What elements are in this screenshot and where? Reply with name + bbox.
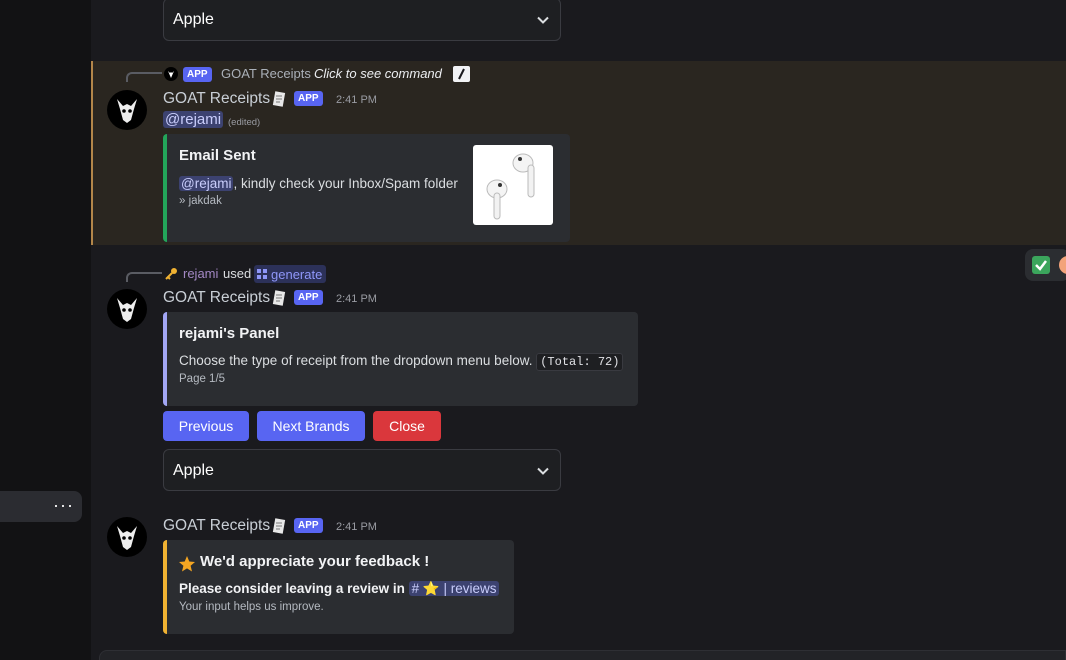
- slash-command-chip[interactable]: generate: [254, 265, 327, 283]
- receipt-icon: [272, 91, 286, 107]
- receipt-select-top[interactable]: Apple: [163, 0, 561, 41]
- server-sidebar: [0, 0, 91, 660]
- embed-title: We'd appreciate your feedback !: [200, 553, 430, 570]
- next-brands-button[interactable]: Next Brands: [257, 411, 365, 441]
- receipt-select[interactable]: Apple: [163, 449, 561, 491]
- embed-title: rejami's Panel: [179, 325, 280, 342]
- reply-connector: [126, 72, 162, 82]
- message-timestamp: 2:41 PM: [336, 293, 377, 305]
- airpods-thumbnail[interactable]: [473, 145, 553, 225]
- chevron-down-icon: [537, 467, 549, 475]
- embed-title: Email Sent: [179, 147, 256, 164]
- app-badge: APP: [294, 91, 323, 106]
- receipt-icon: [272, 518, 286, 534]
- total-code: (Total: 72): [536, 353, 624, 371]
- reply-connector: [126, 272, 162, 282]
- message-timestamp: 2:41 PM: [336, 521, 377, 533]
- app-badge: APP: [294, 290, 323, 305]
- reaction-pill[interactable]: [1025, 249, 1066, 281]
- message-composer[interactable]: [99, 650, 1066, 660]
- check-icon: [1032, 256, 1050, 274]
- edited-label: (edited): [228, 117, 261, 128]
- embed-footer: » jakdak: [179, 195, 222, 207]
- embed-footer: Your input helps us improve.: [179, 601, 324, 613]
- select-value: Apple: [173, 462, 214, 479]
- star-icon: [179, 556, 195, 572]
- reply-command-hint[interactable]: Click to see command: [314, 66, 442, 81]
- select-value: Apple: [173, 11, 214, 28]
- key-icon: [165, 268, 177, 280]
- embed-description: Please consider leaving a review in # ⭐ …: [179, 581, 500, 597]
- message-author[interactable]: GOAT Receipts: [163, 517, 270, 535]
- receipt-icon: [272, 290, 286, 306]
- embed-color-bar: [163, 312, 167, 406]
- message-author[interactable]: GOAT Receipts: [163, 289, 270, 307]
- previous-button[interactable]: Previous: [163, 411, 249, 441]
- user-mention[interactable]: @rejami: [163, 111, 224, 128]
- close-button[interactable]: Close: [373, 411, 441, 441]
- app-badge: APP: [294, 518, 323, 533]
- sidebar-selected-item[interactable]: ···: [0, 491, 82, 522]
- reviews-channel-link[interactable]: # ⭐ | reviews: [408, 581, 500, 596]
- reply-bot-name[interactable]: GOAT Receipts: [221, 66, 311, 81]
- embed-color-bar: [163, 134, 167, 242]
- user-mention[interactable]: @rejami: [179, 176, 234, 191]
- embed-color-bar: [163, 540, 167, 634]
- message-author[interactable]: GOAT Receipts: [163, 90, 270, 108]
- more-options-icon[interactable]: ···: [53, 496, 74, 514]
- emoji-icon: [1059, 256, 1066, 274]
- bot-avatar[interactable]: [107, 289, 147, 329]
- embed-description: Choose the type of receipt from the drop…: [179, 353, 624, 371]
- command-icon: [257, 269, 267, 279]
- command-name: generate: [271, 266, 323, 282]
- bot-avatar[interactable]: [107, 517, 147, 557]
- chevron-down-icon: [537, 16, 549, 24]
- bot-mini-avatar: [164, 67, 178, 81]
- embed-description: @rejami, kindly check your Inbox/Spam fo…: [179, 176, 458, 191]
- bot-avatar[interactable]: [107, 90, 147, 130]
- app-badge: APP: [183, 67, 212, 82]
- embed-footer: Page 1/5: [179, 373, 226, 385]
- message-timestamp: 2:41 PM: [336, 94, 377, 106]
- feedback-embed: We'd appreciate your feedback ! Please c…: [163, 540, 514, 634]
- used-label: used: [223, 266, 252, 281]
- command-user[interactable]: rejami: [183, 266, 218, 281]
- email-sent-embed: Email Sent @rejami, kindly check your In…: [163, 134, 570, 242]
- panel-embed: rejami's Panel Choose the type of receip…: [163, 312, 638, 406]
- slash-command-icon: [453, 66, 470, 82]
